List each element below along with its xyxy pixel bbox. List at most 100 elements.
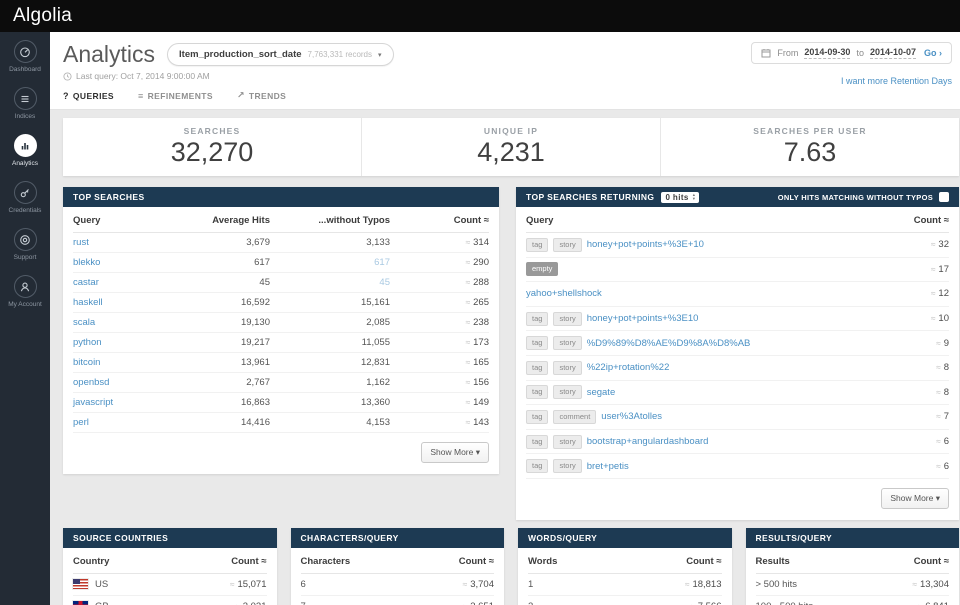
returning-row: tag story segate ≈8	[526, 381, 949, 406]
count-value: ≈165	[465, 357, 489, 368]
table-row: 2 ≈7,566	[528, 596, 722, 605]
count-value: ≈8	[936, 386, 949, 398]
count-value: ≈32	[930, 239, 949, 251]
table-row: 100 - 500 hits ≈6,841	[756, 596, 950, 605]
count-value: ≈265	[465, 297, 489, 308]
table-row: US ≈15,071	[73, 574, 267, 596]
tag-pill: comment	[553, 409, 597, 424]
tag-pill: tag	[526, 237, 549, 252]
show-more-button[interactable]: Show More ▾	[881, 487, 949, 509]
tag-pill: story	[553, 434, 582, 449]
hits-filter-select[interactable]: 0 hits ▴ ▾	[661, 191, 700, 203]
sidebar-item-dashboard[interactable]: Dashboard	[0, 32, 50, 79]
tab-trends[interactable]: ↗ TRENDS	[237, 90, 286, 107]
index-selector[interactable]: Item_production_sort_date 7,763,331 reco…	[167, 43, 394, 66]
returning-row: empty ≈17	[526, 258, 949, 283]
show-more-button[interactable]: Show More ▾	[421, 442, 489, 463]
date-range-picker: From 2014-09-30 to 2014-10-07 Go ›	[751, 42, 952, 64]
characters-per-query-panel: CHARACTERS/QUERY Characters Count ≈ 6 ≈3…	[290, 527, 504, 605]
tag-pill: tag	[526, 385, 549, 400]
query-link[interactable]: bret+petis	[587, 461, 629, 472]
count-value: ≈8	[936, 362, 949, 374]
dashboard-icon	[13, 40, 37, 63]
query-link[interactable]: castar	[73, 277, 165, 288]
source-countries-panel: SOURCE COUNTRIES Country Count ≈ US ≈15,…	[63, 527, 277, 605]
count-value: ≈156	[465, 377, 489, 388]
tag-pill: story	[553, 385, 582, 400]
tag-pill: tag	[526, 434, 549, 449]
key-icon	[13, 181, 37, 204]
index-name: Item_production_sort_date	[179, 49, 302, 60]
sidebar-item-indices[interactable]: Indices	[0, 79, 50, 126]
calendar-icon	[761, 49, 771, 58]
table-row: 1 ≈18,813	[528, 574, 722, 596]
algolia-logo: Algolia	[13, 5, 73, 26]
count-value: ≈238	[465, 317, 489, 328]
top-searches-column-headers: Query Average Hits ...without Typos Coun…	[73, 207, 489, 233]
query-link[interactable]: %22ip+rotation%22	[587, 362, 670, 373]
chevron-down-icon: ▾	[378, 51, 382, 59]
returning-row: tag story bret+petis ≈6	[526, 454, 949, 479]
count-value: ≈143	[465, 417, 489, 428]
query-link[interactable]: python	[73, 337, 165, 348]
query-link[interactable]: bootstrap+angulardashboard	[587, 436, 709, 447]
query-link[interactable]: blekko	[73, 257, 165, 268]
top-searches-header: TOP SEARCHES	[63, 187, 499, 207]
go-button[interactable]: Go ›	[924, 48, 942, 58]
returning-row: tag story bootstrap+angulardashboard ≈6	[526, 430, 949, 455]
query-link[interactable]: honey+pot+points+%3E10	[587, 313, 699, 324]
query-link[interactable]: haskell	[73, 297, 165, 308]
list-icon: ≡	[137, 90, 144, 101]
tag-pill: tag	[526, 360, 549, 375]
tag-pill: story	[553, 459, 582, 474]
tag-pill: tag	[526, 409, 549, 424]
returning-row: tag story honey+pot+points+%3E10 ≈10	[526, 307, 949, 332]
count-value: ≈6,841	[918, 601, 949, 605]
person-icon	[13, 275, 37, 298]
count-value: ≈7,566	[690, 601, 721, 605]
clock-icon	[63, 71, 72, 81]
from-date-input[interactable]: 2014-09-30	[804, 47, 851, 59]
table-row: openbsd 2,767 1,162 ≈156	[73, 373, 489, 393]
query-link[interactable]: scala	[73, 317, 165, 328]
query-link[interactable]: perl	[73, 417, 165, 428]
trend-icon: ↗	[236, 90, 245, 100]
returning-row: yahoo+shellshock ≈12	[526, 282, 949, 307]
query-link[interactable]: openbsd	[73, 377, 165, 388]
empty-tag-pill: empty	[526, 262, 559, 277]
sidebar-item-credentials[interactable]: Credentials	[0, 173, 50, 220]
typos-filter-label: ONLY HITS MATCHING WITHOUT TYPOS	[777, 192, 933, 202]
count-value: ≈3,651	[463, 601, 494, 605]
last-query-status: Last query: Oct 7, 2014 9:00:00 AM	[63, 71, 952, 81]
query-link[interactable]: yahoo+shellshock	[526, 288, 602, 299]
query-link[interactable]: segate	[587, 387, 616, 398]
results-per-query-panel: RESULTS/QUERY Results Count ≈ > 500 hits…	[745, 527, 959, 605]
table-row: blekko 617 617 ≈290	[73, 253, 489, 273]
count-value: ≈12	[930, 288, 949, 300]
sidebar-item-my-account[interactable]: My Account	[0, 267, 50, 314]
table-row: scala 19,130 2,085 ≈238	[73, 313, 489, 333]
count-value: ≈290	[465, 257, 489, 268]
tab-queries[interactable]: ? QUERIES	[63, 90, 114, 107]
query-link[interactable]: bitcoin	[73, 357, 165, 368]
main-content: Analytics Item_production_sort_date 7,76…	[50, 32, 960, 605]
page-title: Analytics	[63, 41, 156, 67]
query-link[interactable]: user%3Atolles	[601, 411, 662, 422]
sidebar-item-analytics[interactable]: Analytics	[0, 126, 50, 173]
returning-row: tag story %22ip+rotation%22 ≈8	[526, 356, 949, 381]
query-link[interactable]: honey+pot+points+%3E+10	[587, 239, 704, 250]
query-link[interactable]: %D9%89%D8%AE%D9%8A%D8%AB	[587, 338, 751, 349]
to-date-input[interactable]: 2014-10-07	[869, 47, 916, 59]
tag-pill: tag	[526, 311, 549, 326]
retention-days-link[interactable]: I want more Retention Days	[841, 76, 952, 86]
sidebar-item-support[interactable]: Support	[0, 220, 50, 267]
table-row: bitcoin 13,961 12,831 ≈165	[73, 353, 489, 373]
tag-pill: story	[553, 360, 582, 375]
count-value: ≈15,071	[229, 578, 267, 590]
typos-checkbox[interactable]	[939, 192, 949, 202]
query-link[interactable]: rust	[73, 237, 165, 248]
tab-refinements[interactable]: ≡ REFINEMENTS	[138, 90, 213, 107]
query-link[interactable]: javascript	[73, 397, 165, 408]
top-searches-panel: TOP SEARCHES Query Average Hits ...witho…	[63, 187, 499, 474]
count-value: ≈17	[930, 263, 949, 275]
